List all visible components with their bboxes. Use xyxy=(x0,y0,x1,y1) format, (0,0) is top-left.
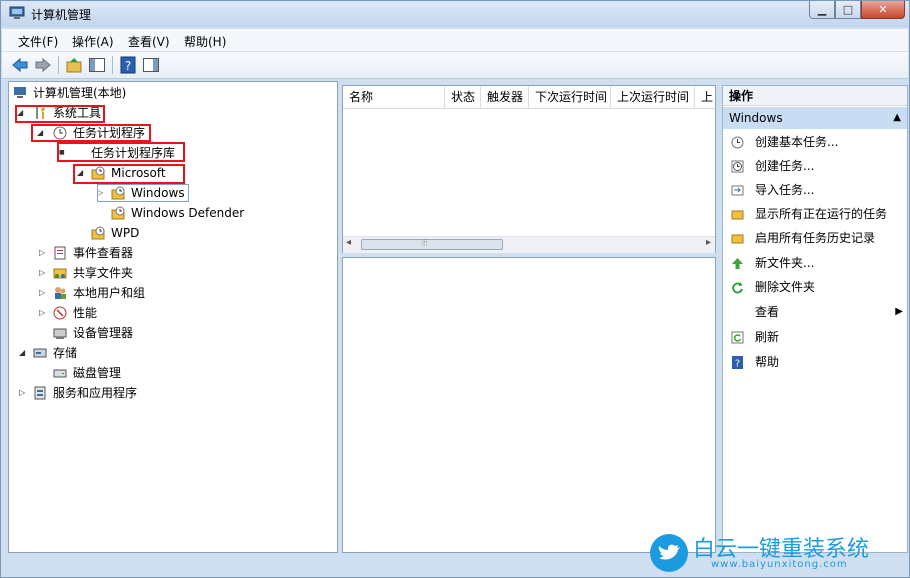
toolbar: ? xyxy=(2,52,908,79)
green-up-arrow-icon xyxy=(732,258,743,269)
clock-icon xyxy=(731,136,744,149)
action-view[interactable]: 查看 ▶ xyxy=(727,301,903,323)
collapsed-arrow-icon[interactable]: ▷ xyxy=(39,284,45,302)
collapsed-arrow-icon[interactable]: ▷ xyxy=(39,264,45,282)
close-button[interactable]: ✕ xyxy=(861,1,905,19)
column-header-row: 名称 状态 触发器 下次运行时间 上次运行时间 上 xyxy=(343,86,715,109)
device-manager-icon xyxy=(53,328,67,339)
disk-icon xyxy=(53,369,67,378)
title-bar[interactable]: 计算机管理 ▁ □ ✕ xyxy=(1,1,909,27)
clock-icon xyxy=(731,160,744,173)
scroll-left-icon[interactable]: ◂ xyxy=(346,237,351,248)
maximize-icon: □ xyxy=(842,3,854,16)
show-console-tree-icon[interactable] xyxy=(88,56,106,74)
maximize-button[interactable]: □ xyxy=(835,1,861,19)
collapsed-arrow-icon[interactable]: ▷ xyxy=(39,304,45,322)
minimize-button[interactable]: ▁ xyxy=(809,1,835,19)
task-folder-icon xyxy=(91,226,105,240)
column-header-name[interactable]: 名称 xyxy=(343,86,445,108)
actions-section-title: Windows xyxy=(729,111,783,125)
menu-file[interactable]: 文件(F) xyxy=(18,33,58,50)
column-header-status[interactable]: 状态 xyxy=(445,86,481,108)
watermark-url: www.baiyunxitong.com xyxy=(711,559,848,570)
refresh-circle-icon xyxy=(732,282,743,294)
collapse-triangle-icon[interactable]: ▲ xyxy=(893,107,901,129)
toolbar-separator xyxy=(112,56,113,74)
back-arrow-icon[interactable] xyxy=(11,56,29,74)
menu-action[interactable]: 操作(A) xyxy=(72,33,114,50)
show-action-pane-icon[interactable] xyxy=(142,56,160,74)
actions-header: 操作 xyxy=(723,86,907,106)
console-tree-pane: 计算机管理(本地) ◢ 系统工具 ◢ 任务计划程序 ■ 任务计划程序库 ◢ Mi… xyxy=(8,81,338,553)
column-header-next-run[interactable]: 下次运行时间 xyxy=(529,86,611,108)
folder-icon xyxy=(731,210,744,220)
scroll-grip-icon: ⦙⦙⦙ xyxy=(422,238,428,247)
column-header-last-run[interactable]: 上次运行时间 xyxy=(611,86,695,108)
forward-arrow-icon[interactable] xyxy=(34,56,52,74)
menu-bar: 文件(F) 操作(A) 查看(V) 帮助(H) xyxy=(2,29,908,52)
svg-text:?: ? xyxy=(735,359,740,370)
computer-management-window: 计算机管理 ▁ □ ✕ 文件(F) 操作(A) 查看(V) 帮助(H) ? 计算… xyxy=(0,0,910,578)
selection-box xyxy=(97,184,189,202)
folder-icon xyxy=(731,234,744,244)
shared-folder-icon xyxy=(53,268,67,279)
help-icon[interactable]: ? xyxy=(119,56,137,74)
toolbar-separator xyxy=(58,56,59,74)
computer-management-icon xyxy=(9,6,25,19)
highlight-box xyxy=(57,142,185,162)
column-header-triggers[interactable]: 触发器 xyxy=(481,86,529,108)
highlight-box xyxy=(15,105,105,123)
svg-text:?: ? xyxy=(125,59,131,73)
performance-icon xyxy=(53,306,67,320)
event-viewer-icon xyxy=(54,246,66,260)
watermark: 白云一键重装系统 www.baiyunxitong.com xyxy=(649,533,897,573)
column-header-truncated[interactable]: 上 xyxy=(695,86,715,108)
window-title: 计算机管理 xyxy=(31,8,92,22)
horizontal-scrollbar[interactable]: ◂ ⦙⦙⦙ ▸ xyxy=(343,236,715,253)
caption-buttons: ▁ □ ✕ xyxy=(809,1,905,19)
collapsed-arrow-icon[interactable]: ▷ xyxy=(39,244,45,262)
collapsed-arrow-icon[interactable]: ▷ xyxy=(19,384,25,402)
computer-icon xyxy=(14,87,26,98)
import-icon xyxy=(731,185,744,196)
help-icon: ? xyxy=(732,356,743,370)
twitter-bird-icon xyxy=(650,534,688,572)
menu-help[interactable]: 帮助(H) xyxy=(184,33,226,50)
storage-icon xyxy=(33,348,47,358)
expanded-arrow-icon[interactable]: ◢ xyxy=(19,344,25,362)
actions-section-windows[interactable]: Windows ▲ xyxy=(723,107,907,129)
task-folder-icon xyxy=(111,206,125,220)
services-icon xyxy=(34,386,46,400)
task-details-pane xyxy=(342,257,716,553)
scroll-thumb[interactable]: ⦙⦙⦙ xyxy=(361,238,503,250)
task-list-pane: 名称 状态 触发器 下次运行时间 上次运行时间 上 ◂ ⦙⦙⦙ ▸ xyxy=(342,85,716,253)
menu-view[interactable]: 查看(V) xyxy=(128,33,170,50)
highlight-box xyxy=(73,164,185,184)
submenu-arrow-icon: ▶ xyxy=(895,306,903,317)
users-icon xyxy=(55,287,66,299)
close-icon: ✕ xyxy=(878,3,888,16)
scroll-right-icon[interactable]: ▸ xyxy=(706,237,711,248)
minimize-icon: ▁ xyxy=(817,3,827,16)
highlight-box xyxy=(31,124,151,142)
up-folder-icon[interactable] xyxy=(65,56,83,74)
actions-pane: 操作 Windows ▲ 创建基本任务... 创建任务... 导入任务... 显… xyxy=(722,85,908,553)
refresh-icon xyxy=(731,331,744,344)
